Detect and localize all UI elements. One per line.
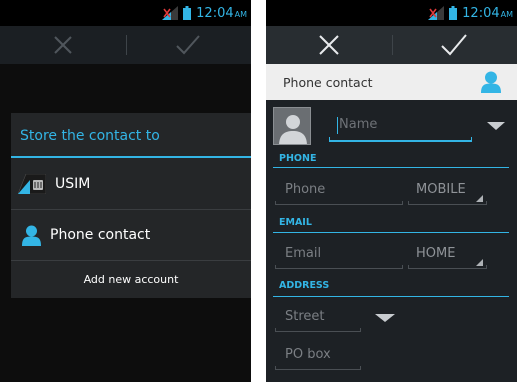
done-button[interactable] (126, 26, 252, 64)
section-divider (273, 167, 509, 168)
checkmark-icon (441, 34, 468, 56)
pobox-placeholder: PO box (285, 347, 331, 362)
sim-card-icon (18, 173, 46, 194)
checkmark-icon (176, 35, 200, 55)
cancel-button[interactable] (0, 26, 126, 64)
dialog-title: Store the contact to (20, 127, 160, 144)
name-input[interactable]: Name (329, 110, 472, 142)
email-placeholder: Email (285, 246, 322, 261)
street-input[interactable]: Street (275, 302, 361, 332)
signal-icon (428, 6, 445, 20)
spinner-arrow-icon (476, 195, 483, 202)
street-placeholder: Street (285, 309, 325, 324)
clock-time: 12:04 (462, 5, 500, 21)
section-header-phone: PHONE (279, 153, 317, 164)
close-icon (54, 36, 72, 54)
section-header-email: EMAIL (279, 217, 312, 228)
pobox-input[interactable]: PO box (275, 340, 361, 370)
add-new-account-button[interactable]: Add new account (11, 261, 251, 298)
person-icon (481, 71, 501, 93)
signal-icon (162, 6, 179, 20)
email-input-underline (275, 265, 403, 269)
section-divider (273, 296, 509, 297)
cancel-button[interactable] (266, 26, 392, 64)
text-cursor (337, 117, 338, 134)
email-type-value: HOME (416, 246, 456, 261)
avatar-placeholder-icon (274, 108, 310, 144)
edit-contact-screen: 12:04AM Phone contact Name PHONE Phone M… (266, 0, 517, 382)
spinner-arrow-icon (476, 259, 483, 266)
name-placeholder: Name (339, 117, 378, 132)
option-phone-contact-label: Phone contact (50, 227, 151, 243)
clock-ampm: AM (234, 9, 247, 19)
option-phone-contact[interactable]: Phone contact (11, 210, 251, 260)
street-input-underline (275, 328, 361, 332)
status-bar: 12:04AM (0, 0, 251, 26)
clock: 12:04AM (462, 6, 513, 21)
action-bar (0, 26, 251, 64)
option-usim[interactable]: USIM (11, 158, 251, 209)
expand-address-icon[interactable] (375, 314, 395, 322)
status-bar: 12:04AM (266, 0, 517, 26)
clock-time: 12:04 (196, 5, 234, 21)
section-header-address: ADDRESS (279, 280, 330, 291)
close-icon (319, 35, 339, 55)
clock: 12:04AM (196, 6, 247, 21)
expand-name-fields-icon[interactable] (487, 122, 505, 130)
store-contact-dialog: Store the contact to USIM Phone contact … (11, 113, 251, 298)
battery-icon (449, 6, 458, 20)
email-input[interactable]: Email (275, 239, 403, 269)
option-usim-label: USIM (55, 175, 91, 192)
account-label: Phone contact (283, 74, 373, 90)
phone-placeholder: Phone (285, 182, 326, 197)
email-type-underline (408, 265, 487, 269)
phone-type-underline (408, 201, 487, 205)
name-input-underline (329, 137, 472, 142)
phone-type-spinner[interactable]: MOBILE (408, 175, 487, 205)
section-divider (273, 232, 509, 233)
phone-type-value: MOBILE (416, 182, 466, 197)
battery-icon (183, 6, 192, 20)
account-header: Phone contact (266, 64, 517, 100)
email-type-spinner[interactable]: HOME (408, 239, 487, 269)
contact-photo[interactable] (273, 107, 311, 145)
person-icon (22, 225, 41, 246)
done-button[interactable] (392, 26, 517, 64)
phone-input-underline (275, 201, 403, 205)
action-bar (266, 26, 517, 64)
phone-input[interactable]: Phone (275, 175, 403, 205)
clock-ampm: AM (500, 9, 513, 19)
store-contact-screen: 12:04AM Store the contact to USIM Phone … (0, 0, 251, 382)
pobox-input-underline (275, 366, 361, 370)
